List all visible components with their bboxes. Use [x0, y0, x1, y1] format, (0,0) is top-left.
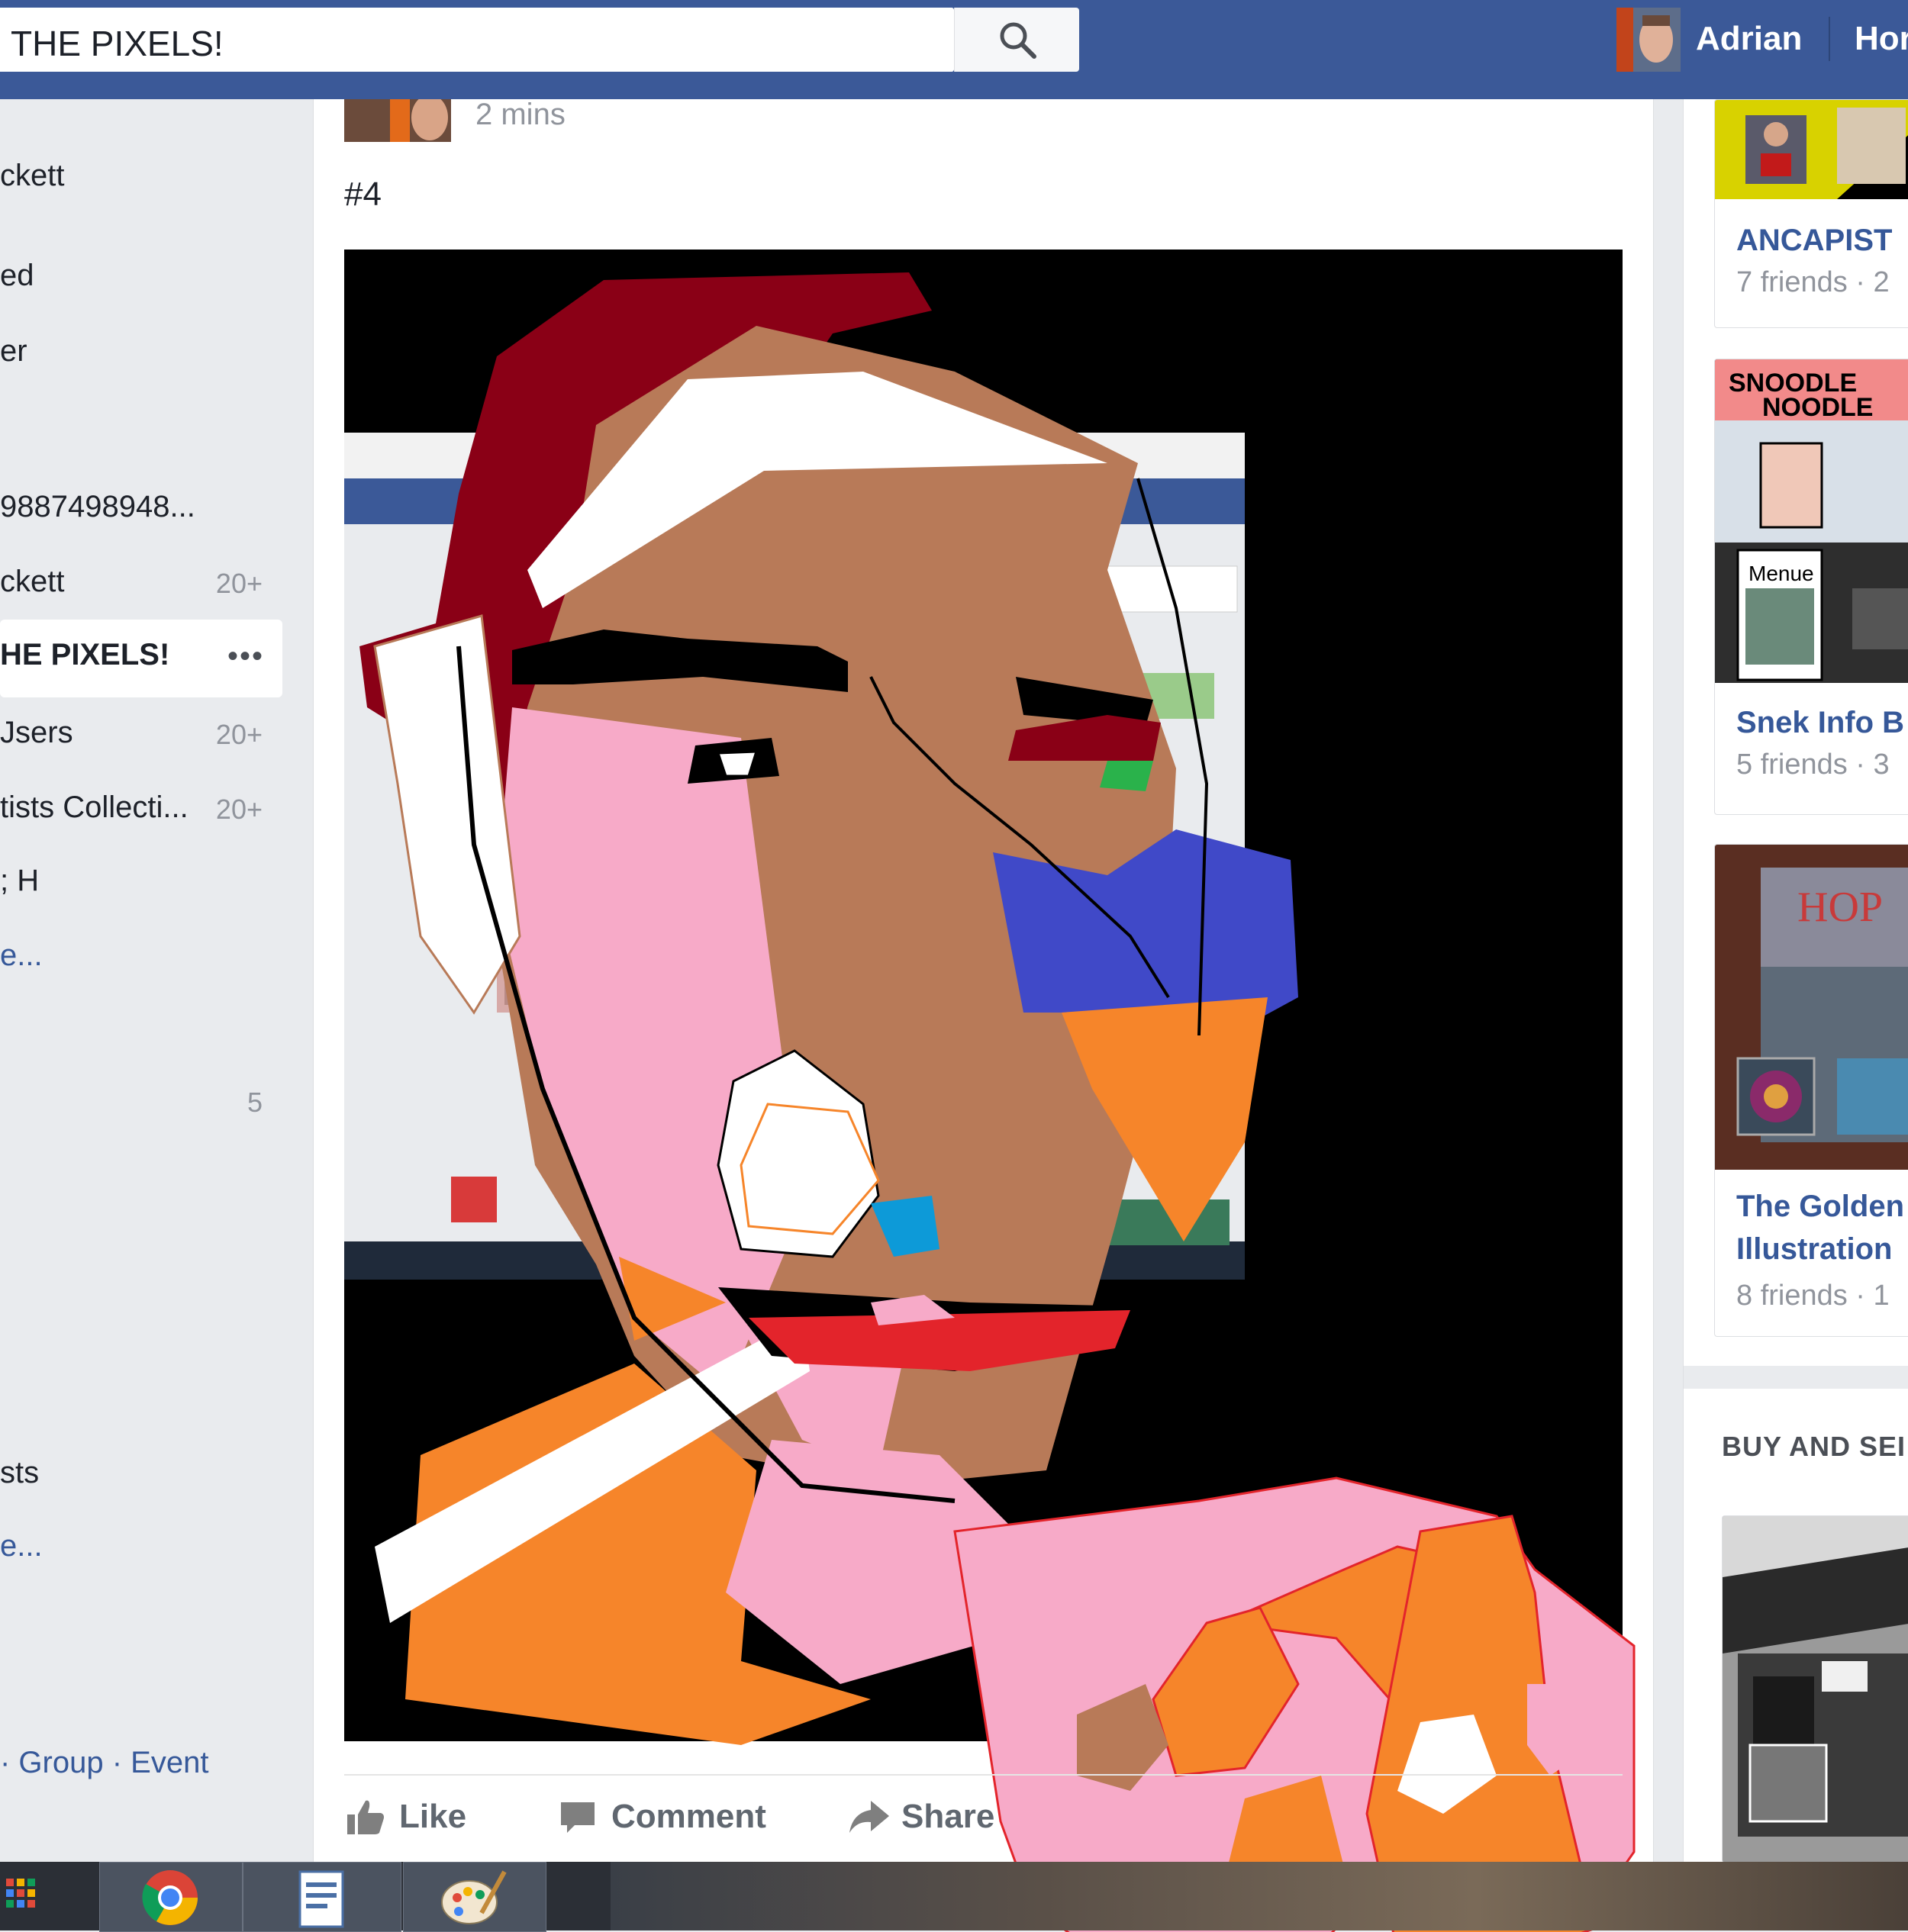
nav-item-count: 20+: [215, 719, 263, 750]
more-options-icon[interactable]: •••: [227, 639, 264, 674]
nav-item[interactable]: ckett 20+: [0, 555, 282, 612]
post-author-avatar[interactable]: [344, 99, 451, 142]
nav-item[interactable]: 5: [0, 1074, 282, 1131]
portrait-artwork: [344, 250, 1636, 1932]
group-cover-image: [1723, 1516, 1908, 1863]
user-name-link[interactable]: Adrian: [1696, 20, 1802, 58]
see-more-link[interactable]: e...: [0, 1520, 282, 1576]
home-link[interactable]: Hor: [1855, 20, 1908, 58]
share-label: Share: [901, 1798, 995, 1835]
paint-palette-icon: [441, 1870, 507, 1924]
taskbar-chrome[interactable]: [99, 1862, 243, 1932]
nav-item-count: 5: [247, 1087, 263, 1118]
group-friends-count: 8 friends · 1: [1736, 1280, 1890, 1312]
nav-item-label: e...: [0, 1529, 43, 1563]
create-links[interactable]: · Group · Event: [0, 1746, 208, 1780]
nav-item[interactable]: ; H: [0, 855, 282, 911]
nav-item-label: er: [0, 334, 27, 368]
thumbs-up-icon: [347, 1800, 384, 1834]
nav-item[interactable]: ckett: [0, 150, 282, 206]
nav-item-label: tists Collecti...: [0, 791, 189, 824]
see-more-link[interactable]: e...: [0, 929, 282, 986]
top-bar: THE PIXELS! Adrian Hor: [0, 0, 1908, 99]
nav-item[interactable]: sts: [0, 1447, 282, 1503]
nav-item-label: 9887498948...: [0, 490, 195, 523]
section-heading: BUY AND SEI: [1722, 1431, 1906, 1462]
group-title[interactable]: ANCAPIST: [1736, 219, 1892, 262]
document-icon: [298, 1870, 344, 1928]
action-separator: [344, 1774, 1623, 1776]
noodle-text: NOODLE: [1762, 393, 1873, 422]
search-value: THE PIXELS!: [11, 24, 224, 63]
group-friends-count: 5 friends · 3: [1736, 749, 1890, 781]
section-gap: [1684, 1366, 1908, 1389]
chrome-icon: [142, 1870, 198, 1925]
group-friends-count: 7 friends · 2: [1736, 266, 1890, 298]
nav-item[interactable]: ed: [0, 250, 282, 306]
menue-text: Menue: [1748, 562, 1814, 585]
comment-label: Comment: [611, 1798, 766, 1835]
post-timestamp[interactable]: 2 mins: [475, 98, 566, 132]
group-cover-image: [1715, 100, 1908, 199]
group-suggestion[interactable]: ANCAPIST 7 friends · 2: [1714, 99, 1908, 328]
post-photo[interactable]: [344, 250, 1636, 1932]
apps-grid-icon: [6, 1879, 35, 1908]
avatar[interactable]: [1616, 8, 1681, 72]
taskbar-paint[interactable]: [403, 1862, 546, 1932]
group-suggestion[interactable]: HOP The Golden Illustration 8 friends · …: [1714, 844, 1908, 1337]
share-button[interactable]: Share: [848, 1792, 1016, 1845]
nav-item-count: 20+: [215, 794, 263, 825]
search-button[interactable]: [954, 8, 1079, 72]
right-column: ANCAPIST 7 friends · 2 SNOODLE NOODLE Me…: [1683, 99, 1908, 1863]
group-title[interactable]: Snek Info B: [1736, 701, 1904, 744]
taskbar-wallpaper-strip: [611, 1862, 1908, 1930]
like-button[interactable]: Like: [346, 1792, 483, 1845]
group-cover-image: SNOODLE NOODLE Menue: [1715, 359, 1908, 683]
nav-item[interactable]: Jsers 20+: [0, 707, 282, 763]
post-text: #4: [344, 175, 382, 213]
nav-item-label: HE PIXELS!: [0, 638, 170, 671]
topbar-divider: [1829, 17, 1830, 61]
group-suggestion[interactable]: SNOODLE NOODLE Menue Snek Info B 5 frien…: [1714, 359, 1908, 815]
os-taskbar: [0, 1862, 1908, 1932]
comment-icon: [561, 1802, 595, 1833]
nav-item-label: ; H: [0, 864, 40, 897]
left-nav: ckett ed er 9887498948... ckett 20+ HE P…: [0, 99, 305, 1862]
start-button[interactable]: [0, 1862, 58, 1930]
magnifier-icon: [1000, 22, 1036, 59]
nav-item-count: 20+: [215, 568, 263, 599]
nav-item-the-pixels[interactable]: HE PIXELS! •••: [0, 620, 282, 697]
nav-item-label: e...: [0, 939, 43, 972]
comment-button[interactable]: Comment: [558, 1792, 787, 1845]
group-cover-image: HOP: [1715, 845, 1908, 1170]
nav-item[interactable]: er: [0, 325, 282, 382]
group-title-line2[interactable]: Illustration: [1736, 1228, 1892, 1270]
taskbar-documents[interactable]: [243, 1862, 401, 1932]
nav-item[interactable]: 9887498948...: [0, 481, 282, 537]
nav-item-label: Jsers: [0, 716, 73, 749]
like-label: Like: [399, 1798, 467, 1835]
nav-item-label: sts: [0, 1456, 40, 1489]
post-card: 2 mins #4 Like Comment Share: [313, 98, 1654, 1932]
share-arrow-icon: [849, 1801, 889, 1833]
search-input[interactable]: THE PIXELS!: [0, 8, 954, 72]
nav-item-label: ckett: [0, 565, 65, 598]
nav-item-label: ckett: [0, 159, 65, 192]
nav-item[interactable]: tists Collecti... 20+: [0, 781, 282, 838]
group-title[interactable]: The Golden: [1736, 1185, 1904, 1228]
group-suggestion[interactable]: [1722, 1515, 1908, 1863]
svg-text:HOP: HOP: [1797, 884, 1883, 931]
nav-item-label: ed: [0, 259, 34, 292]
